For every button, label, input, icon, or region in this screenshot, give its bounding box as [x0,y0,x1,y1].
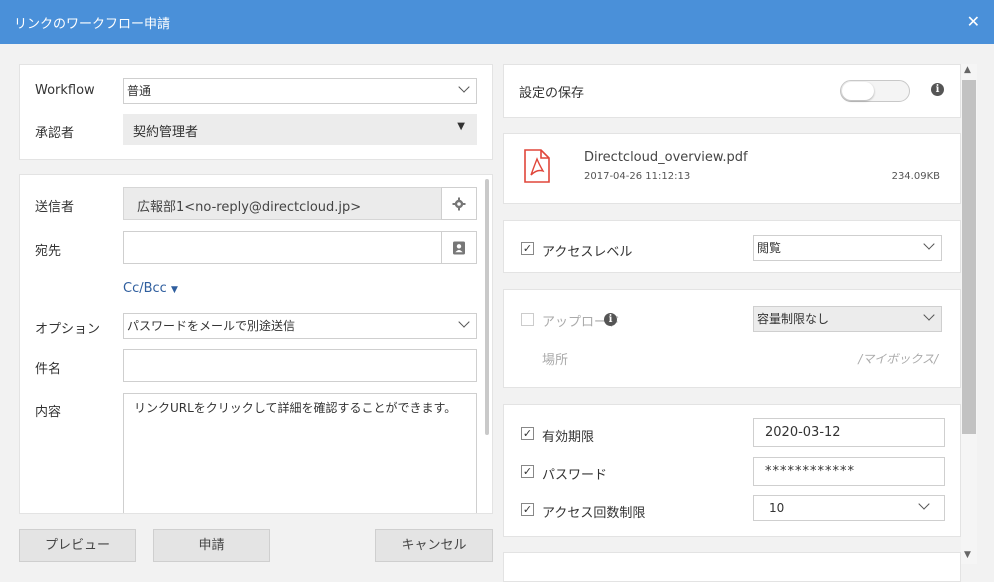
file-panel: Directcloud_overview.pdf 2017-04-26 11:1… [503,133,961,204]
option-value: パスワードをメールで別途送信 [127,319,296,333]
address-book-button[interactable] [441,231,477,264]
scroll-up-icon[interactable]: ▲ [964,65,971,75]
upload-limit-select[interactable]: 容量制限なし [753,306,942,332]
subject-input[interactable] [123,349,477,382]
access-count-label: アクセス回数制限 [542,506,646,521]
cancel-button[interactable]: キャンセル [375,529,493,562]
approver-label: 承認者 [35,126,75,141]
form-panel: 送信者 広報部1<no-reply@directcloud.jp> 宛先 Cc/… [19,174,493,514]
access-count-select[interactable]: 10 [753,495,945,521]
to-input[interactable] [123,231,442,264]
expiry-value: 2020-03-12 [765,425,841,440]
upload-limit-value: 容量制限なし [757,312,830,326]
password-label: パスワード [542,468,608,483]
chevron-down-icon [458,81,470,93]
file-size: 234.09KB [891,171,940,182]
approver-select[interactable]: 契約管理者 ▼ [123,114,477,145]
pdf-file-icon [524,149,550,183]
option-label: オプション [35,322,101,337]
form-scrollbar[interactable] [485,179,489,435]
caret-down-icon: ▼ [170,285,178,295]
gear-icon [452,197,466,211]
body-label: 内容 [35,405,62,420]
subject-label: 件名 [35,362,62,377]
expiry-checkbox[interactable]: ✓ [521,427,534,440]
address-book-icon [453,241,465,255]
submit-button[interactable]: 申請 [153,529,270,562]
chevron-down-icon [923,238,935,250]
password-value: ************ [765,464,855,479]
file-name[interactable]: Directcloud_overview.pdf [584,150,748,165]
scroll-down-icon[interactable]: ▼ [964,550,971,560]
access-level-checkbox[interactable]: ✓ [521,242,534,255]
settings-scrollbar[interactable]: ▲ ▼ [961,64,977,564]
to-label: 宛先 [35,244,62,259]
chevron-down-icon [918,498,930,510]
workflow-value: 普通 [127,84,152,98]
dialog-title: リンクのワークフロー申請 [14,17,171,32]
location-label: 場所 [542,353,569,368]
toggle-knob [842,82,874,100]
workflow-select[interactable]: 普通 [123,78,477,104]
access-level-value: 閲覧 [757,241,782,255]
password-input[interactable]: ************ [753,457,945,486]
upload-checkbox[interactable] [521,313,534,326]
sender-settings-button[interactable] [441,187,477,220]
preview-button[interactable]: プレビュー [19,529,136,562]
body-textarea[interactable]: リンクURLをクリックして詳細を確認することができます。 [123,393,477,513]
triangle-down-icon: ▼ [457,121,465,132]
workflow-label: Workflow [35,83,95,98]
access-count-checkbox[interactable]: ✓ [521,503,534,516]
file-date: 2017-04-26 11:12:13 [584,171,691,182]
next-panel-stub [503,552,961,582]
sender-field: 広報部1<no-reply@directcloud.jp> [123,187,442,220]
approver-value: 契約管理者 [133,125,199,140]
option-select[interactable]: パスワードをメールで別途送信 [123,313,477,339]
access-level-label: アクセスレベル [542,245,633,260]
sender-label: 送信者 [35,200,75,215]
ccbcc-link[interactable]: Cc/Bcc ▼ [123,281,178,296]
ccbcc-label: Cc/Bcc [123,281,167,296]
location-value: /マイボックス/ [858,352,938,366]
chevron-down-icon [923,309,935,321]
expiry-date-input[interactable]: 2020-03-12 [753,418,945,447]
expiry-label: 有効期限 [542,430,595,445]
chevron-down-icon [458,316,470,328]
close-icon[interactable]: ✕ [967,12,980,31]
upload-info-icon[interactable]: i [604,313,617,326]
access-level-panel: ✓ アクセスレベル 閲覧 [503,220,961,273]
save-settings-label: 設定の保存 [519,86,585,101]
workflow-panel: Workflow 普通 承認者 契約管理者 ▼ [19,64,493,160]
dialog-titlebar: リンクのワークフロー申請 ✕ [0,0,994,44]
limits-panel: ✓ 有効期限 2020-03-12 ✓ パスワード ************ ✓… [503,404,961,537]
password-checkbox[interactable]: ✓ [521,465,534,478]
info-icon[interactable]: i [931,83,944,96]
body-value: リンクURLをクリックして詳細を確認することができます。 [134,401,457,415]
upload-panel: アップロード i 容量制限なし 場所 /マイボックス/ [503,289,961,388]
access-count-value: 10 [769,501,785,515]
save-settings-panel: 設定の保存 i [503,64,961,118]
sender-value: 広報部1<no-reply@directcloud.jp> [137,200,362,215]
save-settings-toggle[interactable] [840,80,910,102]
scroll-thumb[interactable] [962,80,976,434]
access-level-select[interactable]: 閲覧 [753,235,942,261]
